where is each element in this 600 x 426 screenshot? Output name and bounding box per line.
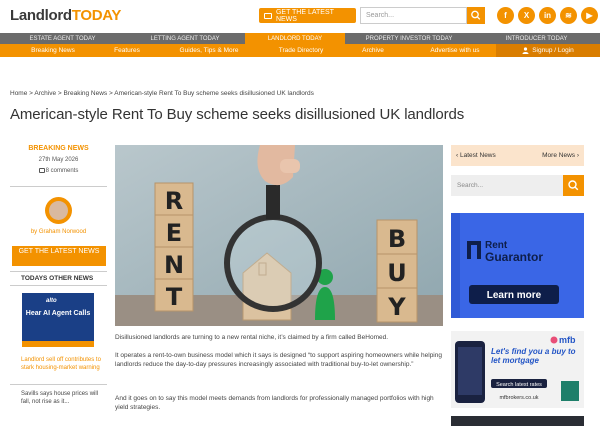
rent-guarantor-ad[interactable]: Rent Guarantor Learn more [451, 213, 584, 318]
latest-news-link[interactable]: ‹ Latest News [456, 152, 496, 159]
author-name[interactable]: by Graham Norwood [10, 229, 107, 235]
header-search-input[interactable]: Search... [360, 7, 467, 24]
page-title: American-style Rent To Buy scheme seeks … [10, 106, 465, 123]
rent-guarantor-graphic: Rent Guarantor Learn more [451, 213, 584, 318]
headline-link[interactable]: Landlord sell off contributes to stark h… [21, 356, 101, 372]
alto-logo: alto [46, 298, 57, 304]
next-ad-strip [451, 416, 584, 426]
nav-features[interactable]: Features [106, 44, 148, 57]
divider [10, 186, 107, 187]
article-date: 27th May 2026 [38, 157, 79, 163]
rent-buy-illustration: R E N T B U Y [115, 145, 443, 326]
more-news-label: More News [542, 152, 576, 159]
logo-text-landlord: Landlord [10, 7, 72, 24]
nav-advertise[interactable]: Advertise with us [414, 44, 496, 57]
x-icon[interactable]: X [518, 7, 535, 24]
block-letter: B [388, 225, 406, 253]
mfb-headline: Let's find you a buy to let mortgage [491, 347, 576, 365]
mfb-logo: mfb [559, 335, 576, 345]
block-letter: T [166, 283, 183, 311]
mfb-ad[interactable]: mfb Let's find you a buy to let mortgage… [451, 331, 584, 408]
main-nav: Breaking News Features Guides, Tips & Mo… [0, 44, 600, 57]
block-letter: U [387, 259, 407, 287]
nav-letting-agent-today[interactable]: LETTING AGENT TODAY [125, 33, 245, 44]
signup-login-button[interactable]: Signup / Login [496, 44, 600, 57]
sidebar-news-button[interactable]: GET THE LATEST NEWS [12, 246, 106, 266]
sidebar-search-button[interactable] [563, 175, 584, 196]
youtube-icon[interactable]: ▶ [581, 7, 598, 24]
news-pager: ‹ Latest News More News › [451, 145, 584, 166]
header-search-button[interactable] [467, 7, 485, 24]
divider [10, 285, 107, 286]
site-header: LandlordTODAY GET THE LATEST NEWS Search… [0, 0, 600, 32]
search-icon [568, 180, 579, 191]
headline-link[interactable]: Savills says house prices will fall, not… [21, 390, 101, 406]
breadcrumb[interactable]: Home > Archive > Breaking News > America… [10, 90, 314, 97]
nav-property-investor-today[interactable]: PROPERTY INVESTOR TODAY [345, 33, 473, 44]
nav-breaking-news[interactable]: Breaking News [0, 44, 106, 57]
article-meta: BREAKING NEWS 27th May 2026 8 comments [10, 145, 107, 174]
block-letter: Y [387, 293, 406, 321]
comments-label: 8 comments [45, 168, 79, 174]
mfb-url: mfbrokers.co.uk [499, 395, 538, 401]
sidebar-search-input[interactable]: Search... [451, 175, 563, 196]
more-news-link[interactable]: More News › [542, 152, 579, 159]
mfb-search-rates-button[interactable]: Search latest rates [496, 382, 542, 388]
signup-label: Signup / Login [532, 47, 574, 54]
article-paragraph: And it goes on to say this model meets d… [115, 395, 434, 411]
mfb-graphic: mfb Let's find you a buy to let mortgage… [451, 331, 584, 408]
facebook-icon[interactable]: f [497, 7, 514, 24]
author-avatar [45, 197, 72, 224]
site-logo[interactable]: LandlordTODAY [10, 7, 121, 24]
user-icon [522, 47, 529, 54]
category-label[interactable]: BREAKING NEWS [10, 145, 107, 152]
nav-estate-agent-today[interactable]: ESTATE AGENT TODAY [0, 33, 125, 44]
linkedin-icon[interactable]: in [539, 7, 556, 24]
spotify-icon[interactable]: ≋ [560, 7, 577, 24]
network-nav: ESTATE AGENT TODAY LETTING AGENT TODAY L… [0, 33, 600, 44]
nav-trade-directory[interactable]: Trade Directory [270, 44, 332, 57]
nav-introducer-today[interactable]: INTRODUCER TODAY [473, 33, 600, 44]
chevron-right-icon: › [575, 152, 579, 159]
nav-landlord-today[interactable]: LANDLORD TODAY [245, 33, 345, 44]
divider [10, 271, 107, 272]
article-image: R E N T B U Y [115, 145, 443, 326]
block-letter: R [165, 187, 183, 215]
logo-text-today: TODAY [71, 7, 122, 24]
ad-thumb-text: Hear AI Agent Calls [25, 310, 91, 317]
mail-icon [264, 12, 272, 19]
comments-count[interactable]: 8 comments [10, 168, 107, 174]
news-button-label: GET THE LATEST NEWS [275, 8, 334, 23]
nav-archive[interactable]: Archive [332, 44, 414, 57]
block-letter: E [166, 219, 182, 247]
comment-icon [38, 168, 45, 173]
latest-news-label: Latest News [459, 152, 496, 159]
nav-guides[interactable]: Guides, Tips & More [148, 44, 270, 57]
divider [10, 384, 107, 385]
rg-learn-more-button[interactable]: Learn more [487, 290, 542, 301]
search-icon [471, 10, 481, 20]
get-latest-news-button[interactable]: GET THE LATEST NEWS [259, 8, 356, 23]
block-letter: N [164, 251, 184, 279]
rg-brand-line2: Guarantor [485, 250, 543, 264]
article-paragraph: It operates a rent-to-own business model… [115, 352, 442, 368]
todays-news-heading: TODAYS OTHER NEWS [21, 275, 94, 282]
article-paragraph: Disillusioned landlords are turning to a… [115, 334, 389, 341]
sidebar-news-button-label: GET THE LATEST NEWS [18, 248, 100, 255]
alto-ad-thumbnail[interactable]: alto Hear AI Agent Calls [22, 293, 94, 347]
